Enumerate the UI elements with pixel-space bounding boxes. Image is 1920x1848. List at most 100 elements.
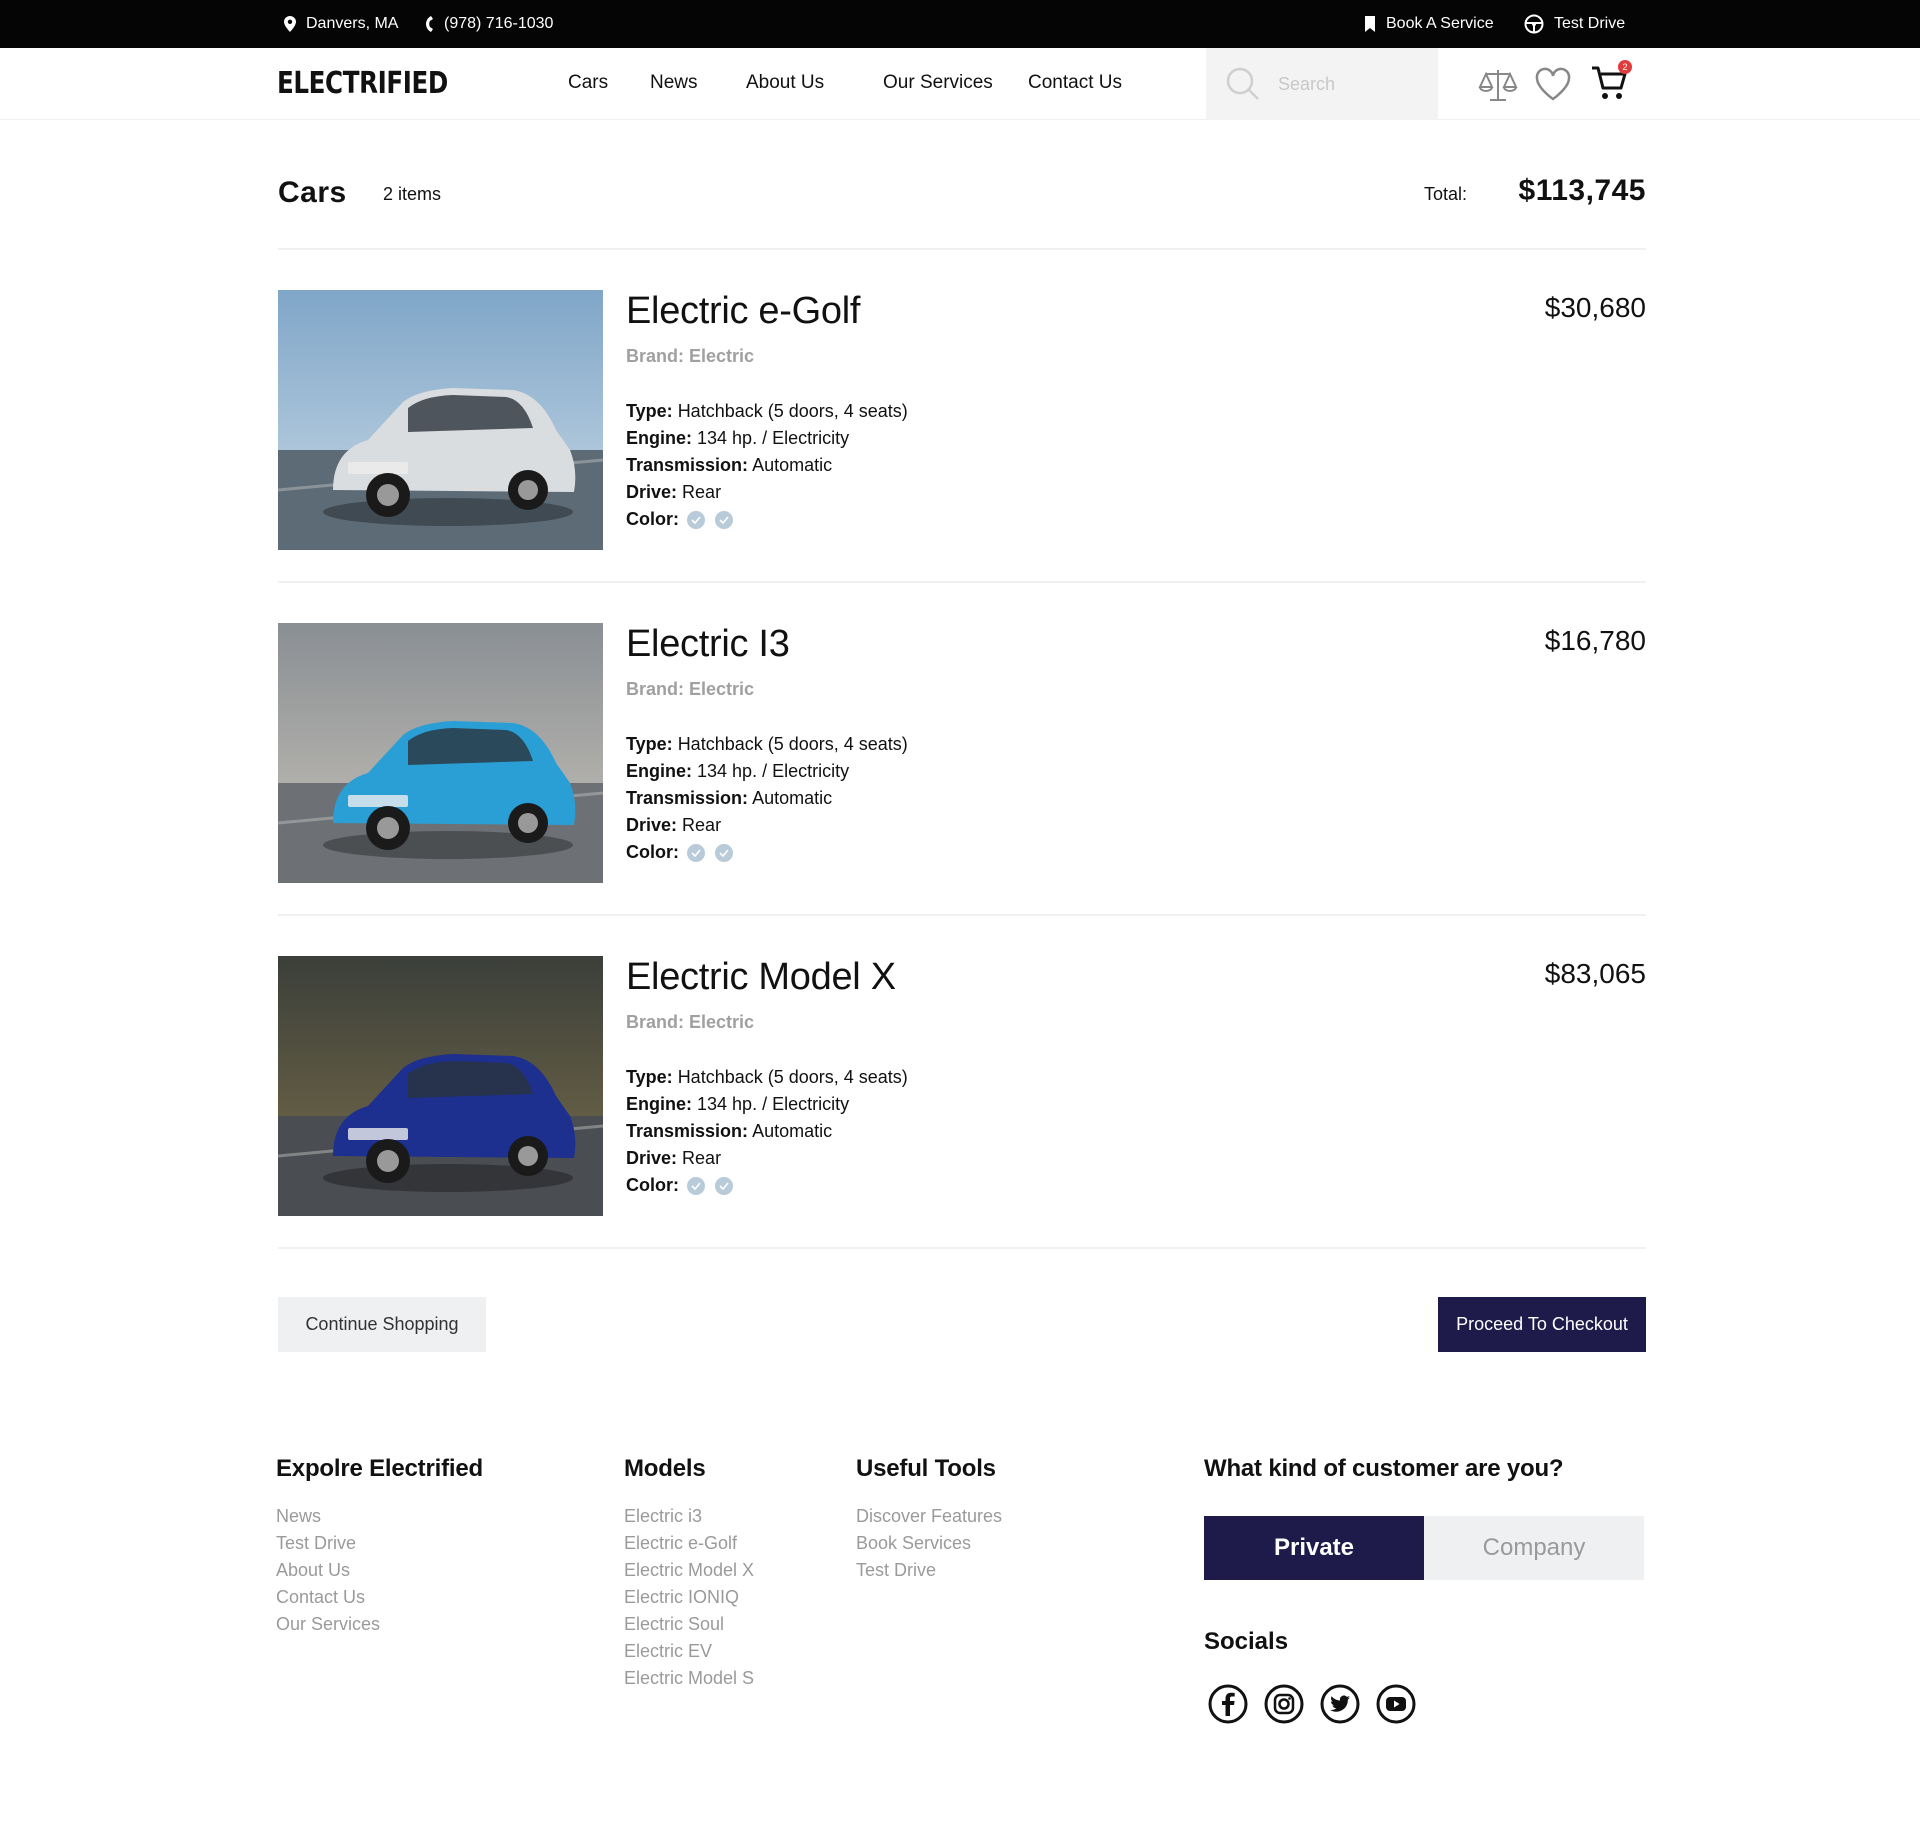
spec-engine: Engine: 134 hp. / Electricity	[626, 425, 908, 452]
map-pin-icon	[284, 16, 296, 32]
cart-button[interactable]: 2	[1590, 60, 1632, 107]
facebook-icon[interactable]	[1208, 1684, 1248, 1724]
spec-label: Drive:	[626, 482, 678, 502]
car-image[interactable]	[278, 956, 603, 1216]
footer-link[interactable]: News	[276, 1503, 483, 1530]
nav-about-us[interactable]: About Us	[746, 72, 824, 94]
footer-link[interactable]: Test Drive	[856, 1557, 1002, 1584]
company-option[interactable]: Company	[1424, 1516, 1644, 1580]
footer-models: Models Electric i3 Electric e-Golf Elect…	[624, 1455, 754, 1692]
footer-link[interactable]: Our Services	[276, 1611, 483, 1638]
car-specs: Type: Hatchback (5 doors, 4 seats) Engine…	[626, 1064, 908, 1199]
spec-label: Type:	[626, 1067, 673, 1087]
car-name[interactable]: Electric Model X	[626, 956, 896, 999]
car-name[interactable]: Electric I3	[626, 623, 790, 666]
check-icon	[719, 1182, 729, 1191]
car-image[interactable]	[278, 290, 603, 550]
phone[interactable]: (978) 716-1030	[424, 0, 553, 48]
spec-type: Type: Hatchback (5 doors, 4 seats)	[626, 398, 908, 425]
car-price: $30,680	[1544, 292, 1646, 323]
youtube-icon[interactable]	[1376, 1684, 1416, 1724]
spec-engine: Engine: 134 hp. / Electricity	[626, 758, 908, 785]
nav-news[interactable]: News	[650, 72, 698, 94]
footer-explore: Expolre Electrified News Test Drive Abou…	[276, 1455, 483, 1638]
footer-link[interactable]: Electric i3	[624, 1503, 754, 1530]
spec-label: Transmission:	[626, 788, 749, 808]
spec-type: Type: Hatchback (5 doors, 4 seats)	[626, 731, 908, 758]
spec-drive: Drive: Rear	[626, 1145, 908, 1172]
footer-link[interactable]: Test Drive	[276, 1530, 483, 1557]
spec-label: Color:	[626, 509, 679, 529]
footer-link[interactable]: About Us	[276, 1557, 483, 1584]
color-swatch[interactable]	[715, 1177, 733, 1196]
footer-customer: What kind of customer are you?	[1204, 1455, 1564, 1503]
spec-transmission: Transmission: Automatic	[626, 452, 908, 479]
footer-explore-title: Expolre Electrified	[276, 1455, 483, 1482]
bookmark-icon	[1365, 16, 1375, 32]
test-drive-link[interactable]: Test Drive	[1524, 0, 1625, 48]
spec-type: Type: Hatchback (5 doors, 4 seats)	[626, 1064, 908, 1091]
footer-link[interactable]: Discover Features	[856, 1503, 1002, 1530]
footer-tools: Useful Tools Discover Features Book Serv…	[856, 1455, 1002, 1584]
site-logo[interactable]: ELECTRIFIED	[277, 66, 448, 101]
footer-link[interactable]: Electric Soul	[624, 1611, 754, 1638]
footer-link[interactable]: Electric Model S	[624, 1665, 754, 1692]
footer-link[interactable]: Book Services	[856, 1530, 1002, 1557]
spec-transmission: Transmission: Automatic	[626, 1118, 908, 1145]
location: Danvers, MA	[284, 0, 398, 48]
nav-contact-us[interactable]: Contact Us	[1028, 72, 1122, 94]
location-text: Danvers, MA	[306, 15, 399, 32]
cart-badge: 2	[1618, 60, 1632, 74]
search-input[interactable]	[1278, 73, 1418, 95]
search-icon	[1226, 67, 1259, 100]
search-box[interactable]	[1206, 48, 1438, 120]
footer-link[interactable]: Electric IONIQ	[624, 1584, 754, 1611]
spec-label: Drive:	[626, 1148, 678, 1168]
continue-shopping-button[interactable]: Continue Shopping	[278, 1297, 486, 1352]
cart-item-count: 2 items	[383, 184, 442, 204]
twitter-icon[interactable]	[1320, 1684, 1360, 1724]
phone-text: (978) 716-1030	[444, 15, 554, 32]
spec-label: Transmission:	[626, 1121, 749, 1141]
nav-our-services[interactable]: Our Services	[883, 72, 993, 94]
private-option[interactable]: Private	[1204, 1516, 1424, 1580]
nav-cars[interactable]: Cars	[568, 72, 608, 94]
spec-value: Rear	[682, 1148, 722, 1168]
spec-value: Rear	[682, 815, 722, 835]
footer-link[interactable]: Electric EV	[624, 1638, 754, 1665]
spec-color: Color:	[626, 506, 908, 533]
spec-color: Color:	[626, 839, 908, 866]
spec-value: Hatchback (5 doors, 4 seats)	[677, 734, 908, 754]
footer-link[interactable]: Electric Model X	[624, 1557, 754, 1584]
spec-value: Hatchback (5 doors, 4 seats)	[677, 401, 908, 421]
check-icon	[691, 849, 701, 858]
compare-button[interactable]	[1478, 66, 1518, 109]
wishlist-button[interactable]	[1534, 66, 1572, 107]
color-swatch[interactable]	[715, 844, 733, 863]
color-swatch[interactable]	[715, 511, 733, 530]
instagram-icon[interactable]	[1264, 1684, 1304, 1724]
footer-link[interactable]: Electric e-Golf	[624, 1530, 754, 1557]
car-brand: Brand: Electric	[626, 679, 755, 699]
spec-label: Engine:	[626, 428, 692, 448]
scales-icon	[1478, 70, 1518, 101]
color-swatch[interactable]	[687, 844, 705, 863]
car-image[interactable]	[278, 623, 603, 883]
heart-icon	[1535, 67, 1571, 101]
spec-value: 134 hp. / Electricity	[697, 428, 850, 448]
spec-value: Rear	[682, 482, 722, 502]
footer-link[interactable]: Contact Us	[276, 1584, 483, 1611]
spec-value: Hatchback (5 doors, 4 seats)	[677, 1067, 908, 1087]
spec-label: Type:	[626, 734, 673, 754]
spec-label: Color:	[626, 842, 679, 862]
car-name[interactable]: Electric e-Golf	[626, 290, 860, 333]
check-icon	[691, 516, 701, 525]
spec-label: Type:	[626, 401, 673, 421]
proceed-to-checkout-button[interactable]: Proceed To Checkout	[1438, 1297, 1646, 1352]
book-service-link[interactable]: Book A Service	[1364, 0, 1494, 48]
check-icon	[719, 516, 729, 525]
spec-label: Transmission:	[626, 455, 749, 475]
color-swatch[interactable]	[687, 511, 705, 530]
color-swatch[interactable]	[687, 1177, 705, 1196]
spec-value: 134 hp. / Electricity	[697, 1094, 850, 1114]
